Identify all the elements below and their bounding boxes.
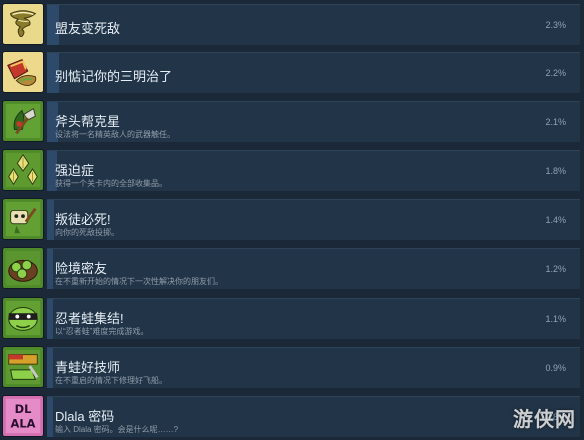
achievement-title: 险境密友 — [55, 261, 108, 276]
unlock-percent: 0.9% — [545, 363, 566, 373]
achievement-title: 青蛙好技师 — [55, 360, 121, 375]
svg-text:ALA: ALA — [11, 416, 36, 430]
watermark-logo: 游侠网 — [513, 409, 576, 431]
achievement-description: 在不重启的情况下修理好飞船。 — [55, 376, 167, 385]
achievement-row[interactable]: DL ALA Dlala 密码 输入 Dlala 密码。会是什么呢……? 0.8… — [0, 394, 584, 440]
unlock-percent: 1.4% — [545, 215, 566, 225]
achievement-bar: 青蛙好技师 在不重启的情况下修理好飞船。 0.9% — [47, 347, 580, 388]
achievement-description: 设法将一名精英敌人的武器触任。 — [55, 130, 175, 139]
ninja-frog-icon — [2, 297, 44, 339]
progress-fill — [47, 397, 54, 437]
unlock-percent: 2.3% — [545, 20, 566, 30]
axe-leaf-icon — [2, 100, 44, 142]
achievement-bar: 忍者蛙集结! 以“忍者蛙”难度完成游戏。 1.1% — [47, 298, 580, 339]
tornado-icon — [2, 3, 44, 45]
progress-fill — [47, 348, 54, 388]
achievement-row[interactable]: 别惦记你的三明治了 2.2% — [0, 50, 584, 96]
achievement-description: 向你的死敌投掷。 — [55, 228, 119, 237]
achievement-bar: 叛徒必死! 向你的死敌投掷。 1.4% — [47, 199, 580, 240]
sandwich-icon — [2, 51, 44, 93]
achievement-title: 叛徒必死! — [55, 212, 111, 227]
achievement-description: 输入 Dlala 密码。会是什么呢……? — [55, 425, 179, 434]
unlock-percent: 1.8% — [545, 166, 566, 176]
achievement-row[interactable]: 斧头帮克星 设法将一名精英敌人的武器触任。 2.1% — [0, 99, 584, 145]
dlala-icon: DL ALA — [2, 395, 44, 437]
wrench-frog-icon — [2, 346, 44, 388]
achievement-row[interactable]: 叛徒必死! 向你的死敌投掷。 1.4% — [0, 197, 584, 243]
svg-text:DL: DL — [15, 402, 32, 416]
achievement-title: Dlala 密码 — [55, 409, 115, 424]
achievement-bar: 斧头帮克星 设法将一名精英敌人的武器触任。 2.1% — [47, 101, 580, 142]
achievement-bar: Dlala 密码 输入 Dlala 密码。会是什么呢……? 0.8% — [47, 396, 580, 437]
achievement-title: 盟友变死敌 — [55, 21, 121, 36]
achievement-description: 在不重新开始的情况下一次性解决你的朋友们。 — [55, 277, 223, 286]
throw-icon — [2, 198, 44, 240]
achievement-row[interactable]: 强迫症 获得一个关卡内的全部收集品。 1.8% — [0, 148, 584, 194]
achievement-description: 获得一个关卡内的全部收集品。 — [55, 179, 167, 188]
progress-fill — [47, 249, 54, 289]
progress-fill — [47, 299, 54, 339]
unlock-percent: 2.1% — [545, 117, 566, 127]
achievement-row[interactable]: 忍者蛙集结! 以“忍者蛙”难度完成游戏。 1.1% — [0, 296, 584, 342]
achievement-bar: 别惦记你的三明治了 2.2% — [47, 52, 580, 93]
achievement-row[interactable]: 青蛙好技师 在不重启的情况下修理好飞船。 0.9% — [0, 345, 584, 391]
achievement-bar: 险境密友 在不重新开始的情况下一次性解决你的朋友们。 1.2% — [47, 248, 580, 289]
achievement-bar: 强迫症 获得一个关卡内的全部收集品。 1.8% — [47, 150, 580, 191]
unlock-percent: 1.1% — [545, 314, 566, 324]
achievement-title: 强迫症 — [55, 163, 95, 178]
achievement-row[interactable]: 盟友变死敌 2.3% — [0, 2, 584, 48]
unlock-percent: 2.2% — [545, 68, 566, 78]
frog-group-icon — [2, 247, 44, 289]
crystals-icon — [2, 149, 44, 191]
progress-fill — [47, 200, 55, 240]
achievement-row[interactable]: 险境密友 在不重新开始的情况下一次性解决你的朋友们。 1.2% — [0, 246, 584, 292]
achievement-title: 斧头帮克星 — [55, 114, 121, 129]
unlock-percent: 1.2% — [545, 264, 566, 274]
achievement-title: 别惦记你的三明治了 — [55, 69, 173, 84]
achievement-title: 忍者蛙集结! — [55, 311, 124, 326]
achievement-bar: 盟友变死敌 2.3% — [47, 4, 580, 45]
achievement-description: 以“忍者蛙”难度完成游戏。 — [55, 327, 149, 336]
